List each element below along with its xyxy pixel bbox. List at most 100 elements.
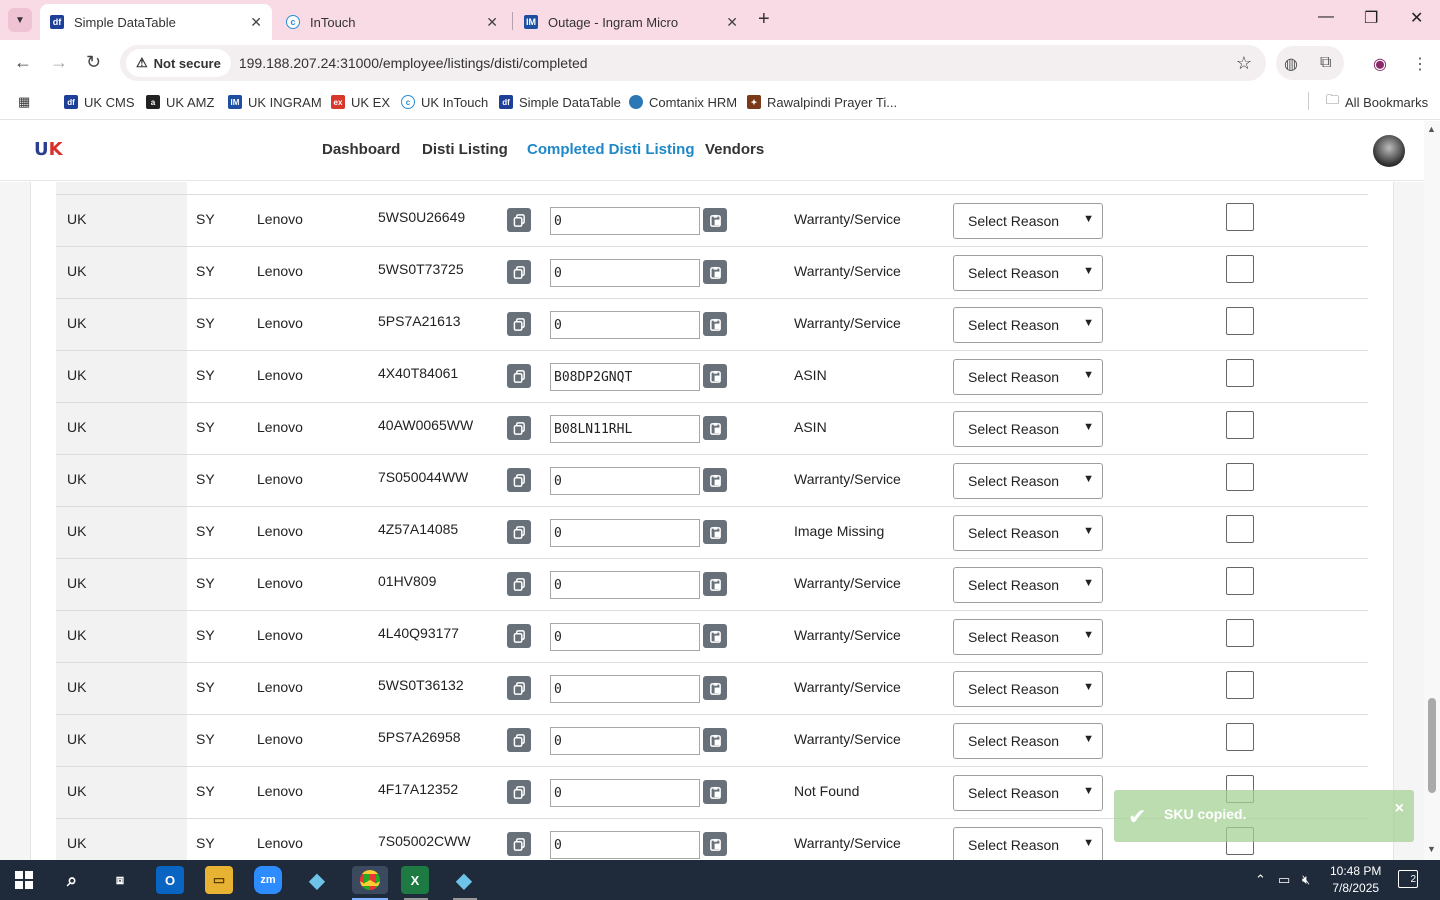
copy-sku-icon[interactable] [507,572,531,596]
nav-disti-listing[interactable]: Disti Listing [422,141,508,158]
outlook-icon[interactable]: O [156,866,184,894]
reason-select[interactable]: Select Reason ▼ [953,307,1103,343]
paste-asin-icon[interactable] [703,676,727,700]
asin-input[interactable] [550,623,700,651]
copy-sku-icon[interactable] [507,520,531,544]
user-avatar[interactable] [1373,135,1405,167]
asin-input[interactable] [550,519,700,547]
row-checkbox[interactable] [1226,723,1254,751]
copy-sku-icon[interactable] [507,416,531,440]
reason-select[interactable]: Select Reason ▼ [953,775,1103,811]
scroll-down-icon[interactable]: ▼ [1427,844,1436,854]
windows-start-icon[interactable] [10,866,38,894]
copy-sku-icon[interactable] [507,624,531,648]
all-bookmarks[interactable]: 🗀 All Bookmarks [1326,92,1428,112]
task-view-icon[interactable]: ⧈ [106,866,134,894]
url-text[interactable]: 199.188.207.24:31000/employee/listings/d… [239,55,588,71]
paste-asin-icon[interactable] [703,572,727,596]
bookmark-comtanix-hrm[interactable]: Comtanix HRM [629,92,737,112]
row-checkbox[interactable] [1226,307,1254,335]
asin-input[interactable] [550,363,700,391]
close-icon[interactable]: ✕ [250,14,262,31]
tray-chevron-up-icon[interactable]: ⌃ [1255,872,1266,888]
copy-sku-icon[interactable] [507,780,531,804]
system-clock[interactable]: 10:48 PM 7/8/2025 [1330,863,1381,897]
copy-sku-icon[interactable] [507,728,531,752]
security-chip[interactable]: ⚠ Not secure [126,49,231,77]
copy-sku-icon[interactable] [507,364,531,388]
nav-completed-disti-listing[interactable]: Completed Disti Listing [527,141,695,158]
paste-asin-icon[interactable] [703,520,727,544]
copy-sku-icon[interactable] [507,312,531,336]
minimize-icon[interactable]: — [1318,8,1334,26]
copy-sku-icon[interactable] [507,468,531,492]
paste-asin-icon[interactable] [703,208,727,232]
paste-asin-icon[interactable] [703,364,727,388]
paste-asin-icon[interactable] [703,416,727,440]
reload-icon[interactable]: ↻ [86,52,101,73]
nav-dashboard[interactable]: Dashboard [322,141,400,158]
bookmark-simple-datatable[interactable]: df Simple DataTable [499,92,621,112]
page-scrollbar[interactable]: ▲ ▼ [1424,121,1440,860]
notification-center-icon[interactable]: 2 [1398,870,1418,888]
bookmark-uk-cms[interactable]: df UK CMS [64,92,135,112]
paste-asin-icon[interactable] [703,832,727,856]
excel-icon[interactable]: X [401,866,429,894]
copy-sku-icon[interactable] [507,260,531,284]
reason-select[interactable]: Select Reason ▼ [953,723,1103,759]
reason-select[interactable]: Select Reason ▼ [953,359,1103,395]
row-checkbox[interactable] [1226,567,1254,595]
forward-arrow-icon[interactable]: → [50,52,68,73]
asin-input[interactable] [550,467,700,495]
copy-sku-icon[interactable] [507,832,531,856]
reason-select[interactable]: Select Reason ▼ [953,255,1103,291]
close-icon[interactable]: ✕ [486,14,498,31]
paste-asin-icon[interactable] [703,312,727,336]
site-logo[interactable]: UK [34,139,63,160]
tab-search-dropdown-icon[interactable]: ▼ [8,8,32,32]
tab-intouch[interactable]: c InTouch ✕ [276,4,508,40]
asin-input[interactable] [550,675,700,703]
bookmark-uk-ingram[interactable]: IM UK INGRAM [228,92,322,112]
row-checkbox[interactable] [1226,619,1254,647]
app-diamond-icon[interactable]: ◆ [303,866,331,894]
row-checkbox[interactable] [1226,255,1254,283]
asin-input[interactable] [550,259,700,287]
new-tab-plus-icon[interactable]: + [758,8,770,31]
chrome-icon[interactable] [352,866,388,894]
reason-select[interactable]: Select Reason ▼ [953,203,1103,239]
asin-input[interactable] [550,415,700,443]
volume-muted-icon[interactable]: 🔇︎ [1302,872,1310,888]
tab-outage-ingram[interactable]: IM Outage - Ingram Micro ✕ [514,4,748,40]
copy-sku-icon[interactable] [507,208,531,232]
bookmark-rawalpindi-prayer[interactable]: ✦ Rawalpindi Prayer Ti... [747,92,897,112]
file-explorer-icon[interactable]: ▭ [205,866,233,894]
paste-asin-icon[interactable] [703,728,727,752]
reason-select[interactable]: Select Reason ▼ [953,411,1103,447]
reason-select[interactable]: Select Reason ▼ [953,463,1103,499]
bookmark-uk-ex[interactable]: ex UK EX [331,92,390,112]
reason-select[interactable]: Select Reason ▼ [953,515,1103,551]
tab-simple-datatable[interactable]: df Simple DataTable ✕ [40,4,272,40]
asin-input[interactable] [550,727,700,755]
bookmark-star-icon[interactable]: ☆ [1236,53,1252,74]
reason-select[interactable]: Select Reason ▼ [953,567,1103,603]
extensions-puzzle-icon[interactable]: ⧉ [1320,54,1331,72]
reason-select[interactable]: Select Reason ▼ [953,619,1103,655]
search-icon[interactable]: ⌕ [58,866,86,894]
row-checkbox[interactable] [1226,411,1254,439]
scroll-up-icon[interactable]: ▲ [1427,124,1436,134]
translate-globe-icon[interactable]: ◍ [1284,54,1298,74]
paste-asin-icon[interactable] [703,780,727,804]
bookmark-uk-amz[interactable]: a UK AMZ [146,92,214,112]
address-bar[interactable]: ⚠ Not secure 199.188.207.24:31000/employ… [120,45,1266,81]
row-checkbox[interactable] [1226,203,1254,231]
reason-select[interactable]: Select Reason ▼ [953,671,1103,707]
paste-asin-icon[interactable] [703,468,727,492]
reason-select[interactable]: Select Reason ▼ [953,827,1103,860]
asin-input[interactable] [550,571,700,599]
asin-input[interactable] [550,207,700,235]
row-checkbox[interactable] [1226,463,1254,491]
toast-close-icon[interactable]: × [1395,800,1404,818]
menu-kebab-icon[interactable]: ⋮ [1412,54,1428,74]
